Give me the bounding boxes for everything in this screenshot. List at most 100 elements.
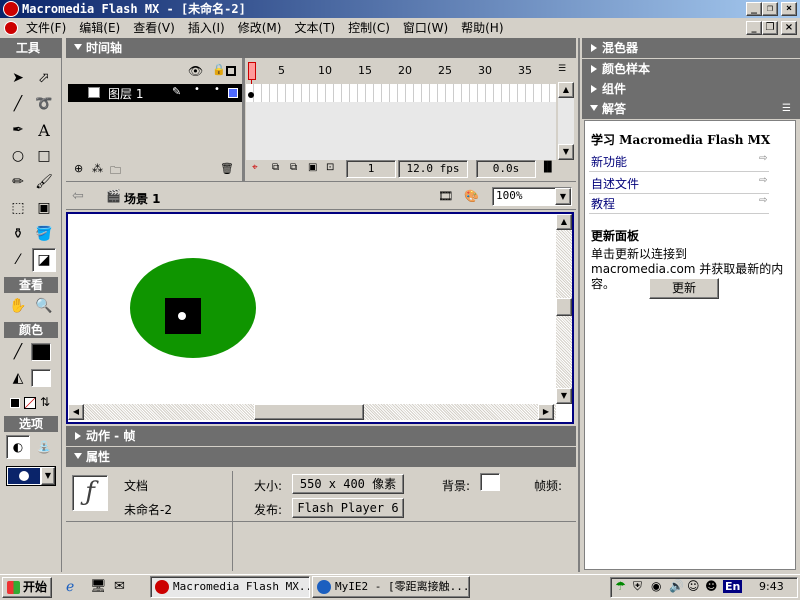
readme-link[interactable]: 自述文件 [591,175,639,192]
volume-tray-icon[interactable]: 🔊 [669,579,684,593]
lasso-tool[interactable]: ➰ [32,92,56,116]
size-button[interactable]: 550 x 400 像素 [292,474,404,494]
eraser-tool[interactable]: ◪ [32,248,56,272]
stroke-color-swatch[interactable] [31,343,51,361]
restore-button[interactable]: ❐ [762,2,778,16]
external-link-icon[interactable]: ⇨ [759,175,767,186]
zoom-tool[interactable]: 🔍 [32,294,56,318]
swap-colors-icon[interactable]: ⇅ [40,395,50,409]
paint-bucket-tool[interactable]: 🪣 [32,222,56,246]
external-link-icon[interactable]: ⇨ [759,195,767,206]
scroll-left-arrow-icon[interactable]: ◀ [68,404,84,420]
timeline-hscroll-handle[interactable]: ▐▌ [540,162,555,178]
update-button[interactable]: 更新 [649,278,719,299]
user-tray-icon[interactable]: ☻ [705,579,718,593]
pen-tool[interactable]: ✒ [6,118,30,142]
center-frame-icon[interactable]: ⌖ [252,162,258,173]
lock-icon[interactable]: 🔒 [212,63,226,76]
menu-file[interactable]: 文件(F) [26,21,66,35]
pencil-tool[interactable]: ✏ [6,170,30,194]
taskbar-item-flash[interactable]: Macromedia Flash MX... [150,576,310,598]
outline-icon[interactable] [226,66,236,76]
doc-minimize-button[interactable]: _ [746,21,762,35]
delete-layer-icon[interactable]: 🗑 [220,162,234,175]
answers-header[interactable]: 解答 ☰ [582,99,800,119]
add-guide-layer-icon[interactable]: ⁂ [92,162,103,175]
menu-text[interactable]: 文本(T) [294,21,335,35]
scroll-down-arrow-icon[interactable]: ▼ [558,144,574,160]
external-link-icon[interactable]: ⇨ [759,153,767,164]
timeline-vscroll[interactable]: ▲ ▼ [558,82,574,160]
ime-tray-icon[interactable]: ☺ [687,579,700,593]
panel-menu-icon[interactable]: ☰ [782,99,791,119]
white-dot[interactable] [178,312,186,320]
no-color-icon[interactable] [24,397,36,409]
outlook-quicklaunch-icon[interactable]: ✉ [114,579,125,594]
eraser-mode-icon[interactable]: ◐ [6,435,30,459]
edit-multiple-icon[interactable]: ▣ [308,162,317,173]
properties-header[interactable]: 属性 [66,447,576,467]
text-tool[interactable]: A [32,118,56,142]
background-color-swatch[interactable] [480,473,500,491]
scroll-up-arrow-icon[interactable]: ▲ [558,82,574,98]
close-button[interactable]: × [781,2,797,16]
add-folder-icon[interactable]: 🗀 [110,162,121,181]
hand-tool[interactable]: ✋ [6,294,30,318]
eye-icon[interactable]: 👁 [188,64,203,78]
stage-hscroll[interactable]: ◀ ▶ [68,404,556,420]
menu-control[interactable]: 控制(C) [348,21,390,35]
color-swatches-header[interactable]: 颜色样本 [582,59,800,79]
edit-symbols-icon[interactable]: 🎨 [464,189,479,203]
menu-modify[interactable]: 修改(M) [238,21,282,35]
color-mixer-header[interactable]: 混色器 [582,38,800,58]
playhead[interactable] [248,62,256,80]
hscroll-thumb[interactable] [254,404,364,420]
rectangle-tool[interactable]: □ [32,144,56,168]
menu-edit[interactable]: 编辑(E) [79,21,120,35]
antivirus-tray-icon[interactable]: ⛨ [633,579,642,594]
scroll-right-arrow-icon[interactable]: ▶ [538,404,554,420]
whats-new-link[interactable]: 新功能 [591,153,627,170]
eraser-shape-select[interactable]: ▼ [6,466,56,486]
onion-outline-icon[interactable]: ⧉ [290,162,297,173]
scroll-down-arrow-icon[interactable]: ▼ [556,388,572,404]
stage-vscroll[interactable]: ▲ ▼ [556,214,572,404]
back-arrow-icon[interactable]: ⇦ [72,188,84,204]
stage-canvas[interactable] [68,214,556,404]
timeline-header[interactable]: 时间轴 [66,38,576,58]
desktop-quicklaunch-icon[interactable]: 🖥 [90,579,107,594]
publish-button[interactable]: Flash Player 6 [292,498,404,518]
faucet-icon[interactable]: ⛲ [32,435,56,459]
menu-view[interactable]: 查看(V) [133,21,175,35]
scroll-up-arrow-icon[interactable]: ▲ [556,214,572,230]
free-transform-tool[interactable]: ⬚ [6,196,30,220]
visibility-dot[interactable]: • [194,84,200,95]
chevron-down-icon[interactable]: ▼ [555,188,571,205]
brush-tool[interactable]: 🖌 [32,170,56,194]
zoom-select[interactable]: 100% ▼ [492,187,572,206]
components-header[interactable]: 组件 [582,79,800,99]
menu-insert[interactable]: 插入(I) [188,21,225,35]
fill-transform-tool[interactable]: ▣ [32,196,56,220]
menu-window[interactable]: 窗口(W) [403,21,448,35]
tutorials-link[interactable]: 教程 [591,195,615,212]
minimize-button[interactable]: _ [746,2,762,16]
line-tool[interactable]: ╱ [6,92,30,116]
taskbar-item-myie2[interactable]: MyIE2 - [零距离接触... [312,576,470,598]
actions-header[interactable]: 动作 - 帧 [66,426,576,446]
add-layer-icon[interactable]: ⊕ [74,162,83,175]
keyframe[interactable] [248,92,254,98]
onion-skin-icon[interactable]: ⧉ [272,162,279,173]
vscroll-thumb[interactable] [556,298,572,316]
language-indicator[interactable]: En [723,580,743,593]
chevron-down-icon[interactable]: ▼ [41,467,55,485]
default-colors-icon[interactable] [10,398,20,408]
menu-help[interactable]: 帮助(H) [461,21,503,35]
media-tray-icon[interactable]: ◉ [651,579,661,593]
outline-color-box[interactable] [228,88,238,98]
ie-quicklaunch-icon[interactable]: ℯ [66,579,74,595]
oval-tool[interactable]: ○ [6,144,30,168]
doc-restore-button[interactable]: ❐ [762,21,778,35]
lock-dot[interactable]: • [214,84,220,95]
subselect-tool[interactable]: ⬀ [32,66,56,90]
